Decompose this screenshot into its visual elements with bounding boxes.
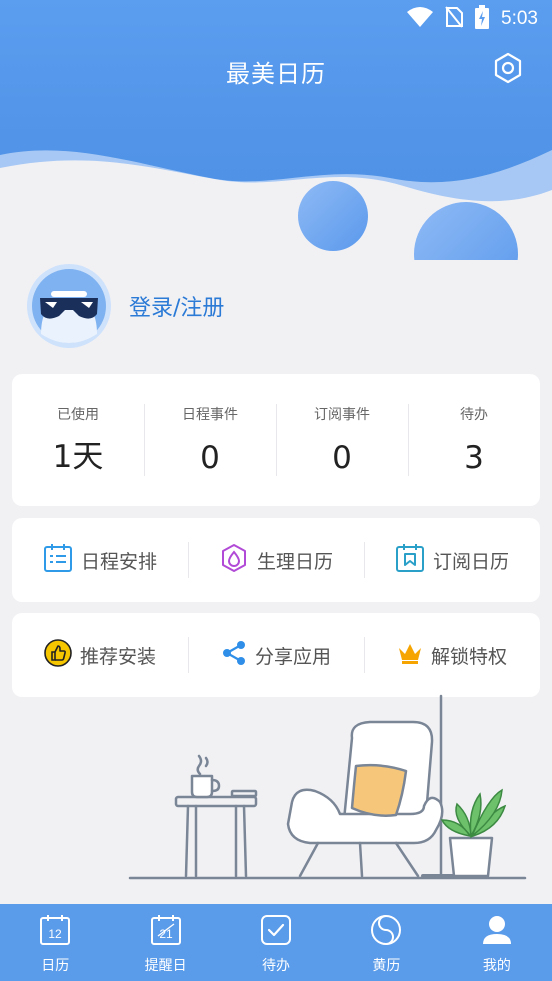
share-app-label: 分享应用 <box>254 645 331 668</box>
stat-value: 0 <box>200 440 220 476</box>
stat-todo[interactable]: 待办 3 <box>408 404 540 476</box>
stats-card: 已使用 1天 日程事件 0 订阅事件 0 待办 3 <box>12 374 540 506</box>
stat-value: 1天 <box>52 439 104 475</box>
tab-label: 我的 <box>482 958 511 974</box>
recommend-install-label: 推荐安装 <box>79 645 156 668</box>
checkbox-icon <box>260 914 292 950</box>
tab-todo[interactable]: 待办 <box>221 904 331 981</box>
share-app-button[interactable]: 分享应用 <box>188 635 364 675</box>
tab-calendar[interactable]: 12 日历 <box>0 904 110 981</box>
stat-value: 0 <box>332 440 352 476</box>
no-sim-icon <box>445 6 464 32</box>
bottom-tab-bar: 12 日历 21 提醒日 待办 黄历 我的 <box>0 904 552 981</box>
battery-charging-icon <box>475 5 490 33</box>
unlock-privileges-button[interactable]: 解锁特权 <box>364 635 540 675</box>
calendar-icon: 12 <box>39 914 71 950</box>
share-icon <box>221 640 247 670</box>
reminder-icon: 21 <box>150 914 182 950</box>
status-bar: 5:03 <box>0 0 552 38</box>
login-register-link[interactable]: 登录/注册 <box>129 290 224 322</box>
avatar[interactable] <box>27 264 111 348</box>
tab-mine[interactable]: 我的 <box>442 904 552 981</box>
schedule-label: 日程安排 <box>80 550 157 573</box>
gear-icon <box>492 52 524 88</box>
tab-almanac[interactable]: 黄历 <box>331 904 441 981</box>
reminder-icon-text: 21 <box>159 927 173 941</box>
stat-label: 已使用 <box>57 407 99 423</box>
settings-button[interactable] <box>490 52 526 88</box>
title-bar: 最美日历 <box>0 46 552 96</box>
chair-illustration <box>120 690 540 890</box>
tab-label: 提醒日 <box>144 958 187 974</box>
recommend-install-button[interactable]: 推荐安装 <box>12 635 188 675</box>
period-calendar-label: 生理日历 <box>256 550 333 573</box>
period-calendar-button[interactable]: 生理日历 <box>188 540 364 580</box>
tab-label: 日历 <box>41 958 70 974</box>
person-icon <box>481 914 513 950</box>
stat-label: 日程事件 <box>182 407 238 423</box>
extras-card: 推荐安装 分享应用 解锁特权 <box>12 613 540 697</box>
yin-yang-icon <box>370 914 402 950</box>
droplet-icon <box>219 543 249 577</box>
features-card: 日程安排 生理日历 订阅日历 <box>12 518 540 602</box>
schedule-list-icon <box>43 543 73 577</box>
subscribe-calendar-label: 订阅日历 <box>432 550 509 573</box>
stat-subscribed-events[interactable]: 订阅事件 0 <box>276 404 408 476</box>
crown-icon <box>397 641 423 669</box>
status-time: 5:03 <box>501 8 538 29</box>
page-title: 最美日历 <box>226 59 326 88</box>
profile-section: 登录/注册 <box>27 264 224 348</box>
stat-schedule-events[interactable]: 日程事件 0 <box>144 404 276 476</box>
stat-label: 待办 <box>460 407 488 423</box>
calendar-icon-text: 12 <box>49 927 63 941</box>
stat-value: 3 <box>464 440 484 476</box>
schedule-button[interactable]: 日程安排 <box>12 540 188 580</box>
tab-label: 待办 <box>262 958 291 974</box>
unlock-privileges-label: 解锁特权 <box>430 645 507 668</box>
header-background <box>0 0 552 306</box>
stat-days-used[interactable]: 已使用 1天 <box>12 404 144 476</box>
avatar-sunglasses-icon <box>27 264 111 348</box>
tab-reminder[interactable]: 21 提醒日 <box>110 904 220 981</box>
thumbs-up-icon <box>44 639 72 671</box>
stat-label: 订阅事件 <box>314 407 370 423</box>
subscribe-calendar-button[interactable]: 订阅日历 <box>364 540 540 580</box>
wifi-icon <box>407 7 434 31</box>
bookmark-calendar-icon <box>395 543 425 577</box>
tab-label: 黄历 <box>372 958 401 974</box>
